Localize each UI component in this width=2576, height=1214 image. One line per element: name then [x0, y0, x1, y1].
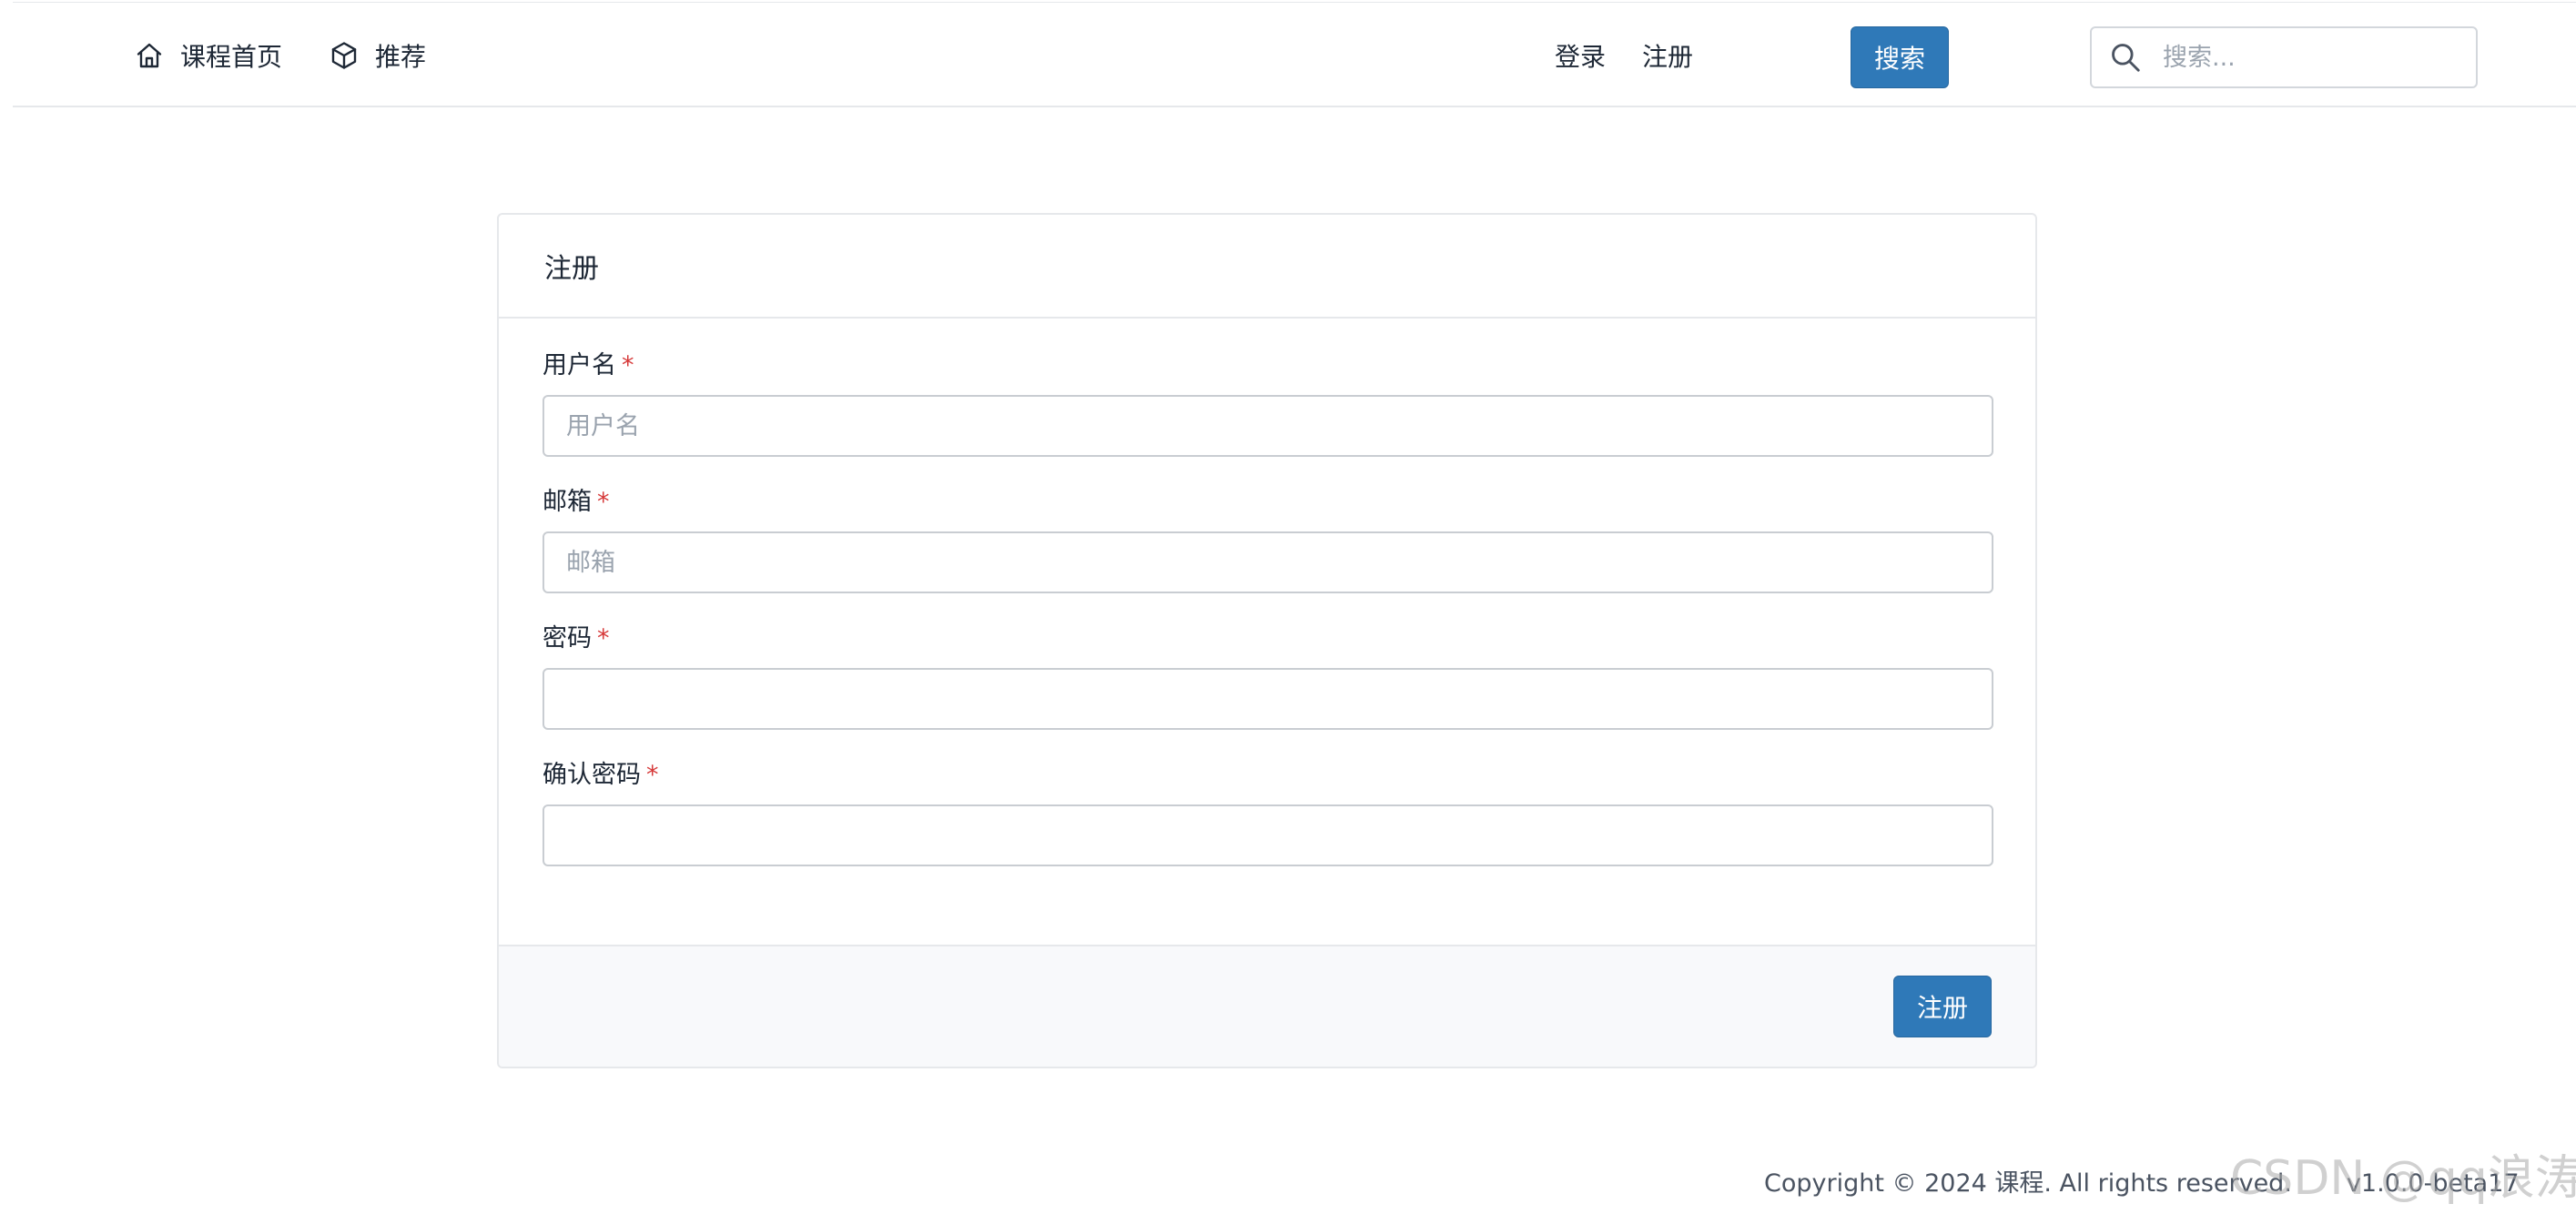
password-field-group: 密码 * [543, 621, 1993, 730]
search-box [2090, 26, 2478, 88]
username-label-row: 用户名 * [543, 348, 1992, 384]
email-label-row: 邮箱 * [543, 484, 1992, 521]
required-marker: * [646, 761, 659, 789]
watermark: CSDN @qq浪涛 [2230, 1151, 2576, 1206]
card-title: 注册 [544, 253, 599, 285]
nav-recommend-link[interactable]: 推荐 [328, 37, 426, 74]
password-label-row: 密码 * [543, 621, 1992, 657]
confirm-password-label-row: 确认密码 * [543, 757, 1992, 794]
search-button[interactable]: 搜索 [1851, 26, 1949, 88]
nav-auth-group: 登录 注册 [1555, 3, 1729, 108]
password-input[interactable] [543, 668, 1993, 730]
username-field-group: 用户名 * [543, 348, 1993, 457]
home-icon [137, 43, 162, 68]
nav-register-link[interactable]: 注册 [1642, 37, 1693, 74]
email-label: 邮箱 [543, 488, 592, 516]
card-footer: 注册 [499, 945, 2035, 1067]
nav-left-group: 课程首页 推荐 [133, 3, 472, 108]
register-card: 注册 用户名* 邮箱* 密码* 确认密码* 注 [497, 213, 2037, 1068]
password-label: 密码 [543, 624, 592, 653]
confirm-password-input[interactable] [543, 804, 1993, 866]
card-header: 注册 [499, 215, 2035, 319]
email-field-group: 邮箱 * [543, 484, 1993, 593]
nav-login-link[interactable]: 登录 [1555, 37, 1606, 74]
email-input[interactable] [543, 531, 1993, 593]
top-navbar: 课程首页 推荐 登录 注册 搜索 [13, 2, 2576, 107]
search-input[interactable] [2163, 43, 2454, 72]
cube-icon [331, 42, 357, 69]
copyright-text: Copyright © 2024 课程. All rights reserved… [1764, 1169, 2292, 1198]
card-body: 用户名* 邮箱* 密码* 确认密码* [499, 319, 2035, 866]
required-marker: * [597, 488, 610, 516]
nav-home-label: 课程首页 [180, 42, 283, 72]
confirm-password-field-group: 确认密码 * [543, 757, 1993, 866]
username-input[interactable] [543, 395, 1993, 457]
search-icon [2112, 44, 2140, 72]
nav-home-link[interactable]: 课程首页 [133, 37, 282, 74]
required-marker: * [622, 351, 634, 379]
username-label: 用户名 [543, 351, 616, 379]
register-submit-button[interactable]: 注册 [1893, 976, 1992, 1037]
required-marker: * [597, 624, 610, 653]
confirm-password-label: 确认密码 [543, 761, 641, 789]
nav-recommend-label: 推荐 [375, 42, 427, 72]
